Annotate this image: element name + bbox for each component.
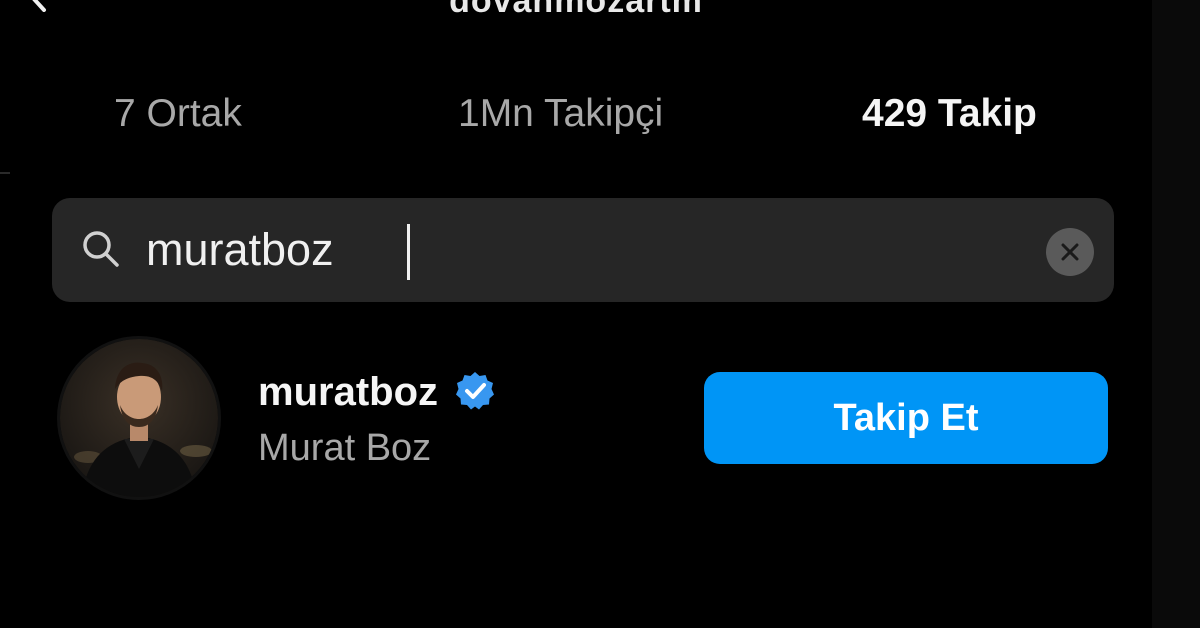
search-bar[interactable] [52,198,1114,302]
top-bar: dovanmozartm [0,0,1152,40]
close-circle-icon[interactable] [1046,228,1094,276]
list-item[interactable]: muratboz Murat Boz Takip Et [0,330,1152,510]
following-list-screen: dovanmozartm 7 Ortak 1Mn Takipçi 429 Tak… [0,0,1200,628]
text-caret [407,224,410,280]
edge-strip [1152,0,1200,628]
page-title: dovanmozartm [449,0,703,20]
tab-bar: 7 Ortak 1Mn Takipçi 429 Takip [0,88,1152,144]
verified-badge-icon [454,370,496,412]
result-username: muratboz [258,370,438,414]
tab-following[interactable]: 429 Takip [862,88,1037,140]
search-input[interactable] [146,220,1026,280]
search-icon [80,228,122,270]
tab-mutual[interactable]: 7 Ortak [114,88,242,140]
tab-followers[interactable]: 1Mn Takipçi [458,88,663,140]
result-full-name: Murat Boz [258,427,432,469]
follow-button[interactable]: Takip Et [704,372,1108,464]
divider [0,172,10,174]
avatar[interactable] [57,336,221,500]
